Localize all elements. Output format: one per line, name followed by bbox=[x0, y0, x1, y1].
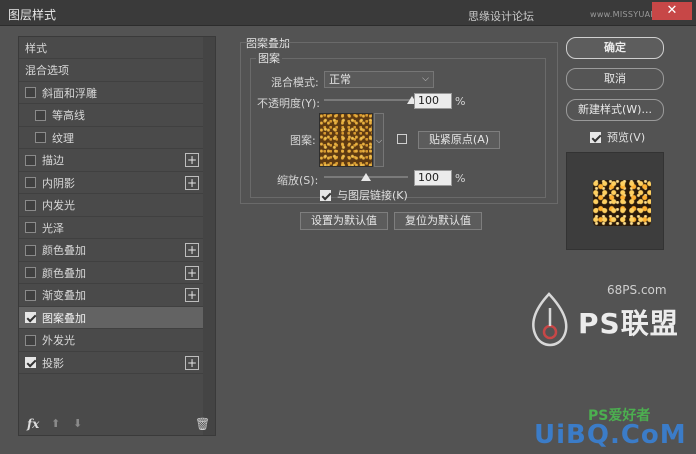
sidebar-item[interactable]: 投影 + bbox=[19, 352, 203, 374]
add-icon[interactable]: + bbox=[185, 288, 199, 302]
sidebar-item-checkbox[interactable] bbox=[25, 154, 36, 166]
sidebar-item-checkbox[interactable] bbox=[25, 244, 36, 256]
preview-toggle[interactable]: 预览(V) bbox=[590, 129, 645, 145]
sidebar-item-label: 样式 bbox=[25, 41, 47, 55]
sidebar-item[interactable]: 纹理 bbox=[19, 127, 203, 149]
sidebar-item-label: 内发光 bbox=[42, 199, 75, 212]
new-style-button[interactable]: 新建样式(W)... bbox=[566, 99, 664, 121]
blend-mode-select[interactable]: 正常 ⌵ bbox=[324, 71, 434, 88]
preview-checkbox[interactable] bbox=[590, 131, 601, 143]
sidebar-item-checkbox[interactable] bbox=[25, 199, 36, 211]
sidebar-item[interactable]: 颜色叠加 + bbox=[19, 262, 203, 284]
sidebar-item-label: 等高线 bbox=[52, 109, 85, 122]
new-preset-icon[interactable] bbox=[397, 134, 407, 144]
watermark-brand: PS联盟 bbox=[578, 307, 679, 340]
sidebar-item-label: 描边 bbox=[42, 154, 64, 167]
trash-icon[interactable]: 🗑 bbox=[195, 417, 210, 431]
sidebar-item[interactable]: 外发光 bbox=[19, 330, 203, 352]
add-icon[interactable]: + bbox=[185, 265, 199, 280]
sidebar-item-label: 混合选项 bbox=[25, 64, 69, 77]
sidebar-item-label: 颜色叠加 bbox=[42, 266, 86, 280]
sidebar-item-checkbox[interactable] bbox=[25, 312, 36, 323]
sidebar-item-label: 纹理 bbox=[52, 131, 74, 145]
sidebar-item-label: 斜面和浮雕 bbox=[42, 86, 97, 100]
link-label: 与图层链接(K) bbox=[337, 189, 408, 202]
sidebar-item-checkbox[interactable] bbox=[25, 222, 36, 233]
preview-swatch bbox=[593, 180, 651, 226]
sidebar-item-checkbox[interactable] bbox=[35, 109, 46, 121]
sidebar-item[interactable]: 等高线 bbox=[19, 105, 203, 127]
sidebar-item-checkbox[interactable] bbox=[25, 267, 36, 278]
sidebar-item[interactable]: 渐变叠加 + bbox=[19, 285, 203, 307]
sidebar-item[interactable]: 颜色叠加 + bbox=[19, 240, 203, 262]
add-icon[interactable]: + bbox=[185, 243, 199, 257]
sidebar-item-checkbox[interactable] bbox=[25, 334, 36, 346]
sidebar-item-checkbox[interactable] bbox=[25, 357, 36, 368]
sidebar-item[interactable]: 内阴影 + bbox=[19, 172, 203, 194]
opacity-unit: % bbox=[455, 95, 466, 108]
sidebar-item-label: 图案叠加 bbox=[42, 311, 86, 325]
sidebar-item[interactable]: 描边 + bbox=[19, 150, 203, 172]
scale-input[interactable]: 100 bbox=[414, 170, 452, 186]
scale-label: 缩放(S): bbox=[277, 174, 319, 187]
sidebar-item-label: 光泽 bbox=[42, 221, 64, 235]
sidebar-item-label: 外发光 bbox=[42, 334, 75, 347]
sidebar-item-checkbox[interactable] bbox=[35, 132, 46, 143]
watermark-site: 68PS.com bbox=[607, 283, 667, 297]
sidebar-toolbar: fx ⬆ ⬇ 🗑 bbox=[19, 413, 215, 435]
snap-origin-button[interactable]: 贴紧原点(A) bbox=[418, 131, 500, 149]
ok-button[interactable]: 确定 bbox=[566, 37, 664, 59]
cancel-button[interactable]: 取消 bbox=[566, 68, 664, 90]
sidebar-item[interactable]: 斜面和浮雕 bbox=[19, 82, 203, 104]
pattern-swatch[interactable] bbox=[319, 113, 373, 167]
set-default-button[interactable]: 设置为默认值 bbox=[300, 212, 388, 230]
title-bar: 图层样式 思缘设计论坛 www.MISSYUAN.COM ✕ bbox=[0, 0, 696, 26]
move-down-icon[interactable]: ⬇ bbox=[73, 417, 82, 430]
watermark-text: 思缘设计论坛 bbox=[468, 10, 534, 23]
sidebar-item-label: 渐变叠加 bbox=[42, 289, 86, 302]
link-with-layer[interactable]: 与图层链接(K) bbox=[320, 187, 408, 203]
ps-logo-icon bbox=[532, 292, 568, 347]
move-up-icon[interactable]: ⬆ bbox=[51, 417, 60, 430]
sidebar-item-label: 颜色叠加 bbox=[42, 244, 86, 257]
sidebar-item-checkbox[interactable] bbox=[25, 87, 36, 98]
pattern-picker-button[interactable]: ⌵ bbox=[374, 113, 384, 167]
opacity-input[interactable]: 100 bbox=[414, 93, 452, 109]
sidebar-item[interactable]: 混合选项 bbox=[19, 60, 203, 82]
sidebar-item-label: 投影 bbox=[42, 356, 64, 370]
add-icon[interactable]: + bbox=[185, 355, 199, 370]
opacity-slider-track[interactable] bbox=[324, 99, 412, 101]
link-checkbox[interactable] bbox=[320, 189, 331, 201]
close-button[interactable]: ✕ bbox=[652, 2, 692, 20]
sidebar-item-label: 内阴影 bbox=[42, 176, 75, 190]
add-icon[interactable]: + bbox=[185, 175, 199, 190]
sidebar-item[interactable]: 内发光 bbox=[19, 195, 203, 217]
scale-unit: % bbox=[455, 172, 466, 185]
blend-mode-value: 正常 bbox=[329, 73, 351, 86]
sidebar-item-checkbox[interactable] bbox=[25, 177, 36, 188]
sidebar-item[interactable]: 样式 bbox=[19, 37, 203, 59]
window-title: 图层样式 bbox=[8, 8, 57, 22]
sidebar-scrollbar[interactable] bbox=[203, 37, 215, 435]
chevron-down-icon: ⌵ bbox=[375, 136, 383, 145]
watermark-bottom: UiBQ.CoM bbox=[534, 420, 687, 450]
sidebar-item[interactable]: 图案叠加 bbox=[19, 307, 203, 329]
add-icon[interactable]: + bbox=[185, 153, 199, 167]
scale-slider-thumb[interactable] bbox=[361, 173, 371, 181]
opacity-label: 不透明度(Y): bbox=[257, 97, 321, 110]
chevron-down-icon: ⌵ bbox=[422, 74, 429, 84]
fx-icon[interactable]: fx bbox=[27, 417, 39, 431]
pattern-label: 图案: bbox=[290, 134, 316, 147]
preview-label: 预览(V) bbox=[607, 131, 646, 144]
styles-sidebar: fx ⬆ ⬇ 🗑 样式混合选项斜面和浮雕等高线纹理描边 + 内阴影 + 内发光光泽颜色叠… bbox=[18, 36, 216, 436]
close-icon: ✕ bbox=[666, 3, 678, 18]
blend-mode-label: 混合模式: bbox=[271, 76, 319, 89]
sidebar-item[interactable]: 光泽 bbox=[19, 217, 203, 239]
group-title: 图案 bbox=[256, 50, 282, 66]
sidebar-item-checkbox[interactable] bbox=[25, 289, 36, 301]
reset-default-button[interactable]: 复位为默认值 bbox=[394, 212, 482, 230]
